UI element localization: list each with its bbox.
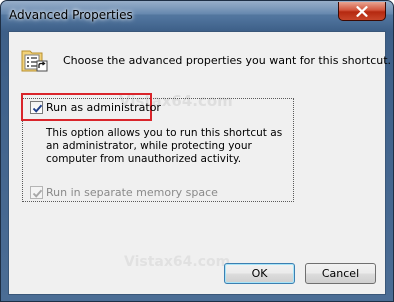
checkmark-icon [32,104,43,113]
separate-memory-label: Run in separate memory space [46,186,218,199]
cancel-button[interactable]: Cancel [305,263,376,284]
checkmark-icon [32,189,43,198]
dialog-body: Vistax64.com Choose the advanced propert… [8,31,391,295]
title-bar[interactable]: Advanced Properties [1,1,393,31]
separate-memory-checkbox [30,186,43,199]
run-as-administrator-checkbox[interactable] [30,101,43,114]
shortcut-properties-icon [21,50,48,72]
close-button[interactable] [338,2,386,21]
window-title: Advanced Properties [9,8,133,22]
run-as-administrator-label[interactable]: Run as administrator [46,101,161,114]
ok-button[interactable]: OK [224,263,295,284]
run-as-administrator-description: This option allows you to run this short… [46,127,283,165]
close-icon [356,5,368,17]
header-instruction: Choose the advanced properties you want … [63,54,392,67]
watermark-secondary: Vistax64.com [124,254,231,270]
advanced-properties-window: Advanced Properties Vistax64.com Choose … [0,0,394,302]
